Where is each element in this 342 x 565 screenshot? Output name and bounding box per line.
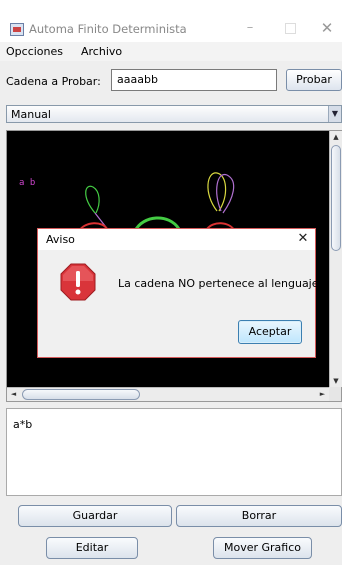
- regex-text: a*b: [13, 418, 33, 431]
- dialog-title: Aviso: [46, 233, 75, 246]
- dialog-titlebar: Aviso ✕: [38, 229, 315, 250]
- regex-textarea[interactable]: a*b: [6, 408, 342, 496]
- mode-select[interactable]: Manual ▼: [6, 105, 342, 123]
- mode-select-value: Manual: [11, 108, 51, 121]
- scroll-down-arrow[interactable]: ▼: [330, 375, 342, 387]
- dialog-message: La cadena NO pertenece al lenguaje: [118, 277, 319, 290]
- probar-button[interactable]: Probar: [286, 69, 342, 91]
- close-window-button[interactable]: ✕: [319, 20, 335, 36]
- menu-bar: Opcciones Archivo: [0, 42, 342, 61]
- menu-archivo[interactable]: Archivo: [81, 45, 122, 58]
- horizontal-scrollbar[interactable]: ◄ ►: [7, 387, 329, 401]
- java-app-icon: [10, 23, 24, 36]
- error-octagon-icon: [60, 263, 96, 301]
- window-titlebar: Automa Finito Determinista – ✕: [0, 0, 342, 42]
- window-title: Automa Finito Determinista: [29, 22, 187, 36]
- minimize-button[interactable]: –: [242, 20, 258, 36]
- scroll-up-arrow[interactable]: ▲: [330, 131, 342, 143]
- cadena-input[interactable]: aaaabb: [111, 69, 277, 91]
- vertical-scrollbar[interactable]: ▲ ▼: [329, 131, 342, 387]
- scroll-left-arrow[interactable]: ◄: [7, 388, 20, 401]
- self-loop-green: [85, 185, 100, 214]
- aceptar-button[interactable]: Aceptar: [238, 320, 302, 344]
- horizontal-scroll-thumb[interactable]: [22, 389, 140, 400]
- editar-button[interactable]: Editar: [46, 537, 138, 559]
- maximize-button[interactable]: [282, 20, 298, 36]
- dialog-close-button[interactable]: ✕: [295, 231, 311, 247]
- scroll-right-arrow[interactable]: ►: [316, 388, 329, 401]
- vertical-scroll-thumb[interactable]: [331, 145, 341, 251]
- chevron-down-icon[interactable]: ▼: [328, 106, 341, 122]
- cadena-label: Cadena a Probar:: [6, 75, 101, 88]
- mover-grafico-button[interactable]: Mover Grafico: [213, 537, 312, 559]
- aviso-dialog: Aviso ✕ La cadena NO pertenece al lengua…: [37, 228, 319, 358]
- menu-opcciones[interactable]: Opcciones: [6, 45, 63, 58]
- borrar-button[interactable]: Borrar: [176, 505, 342, 527]
- guardar-button[interactable]: Guardar: [18, 505, 172, 527]
